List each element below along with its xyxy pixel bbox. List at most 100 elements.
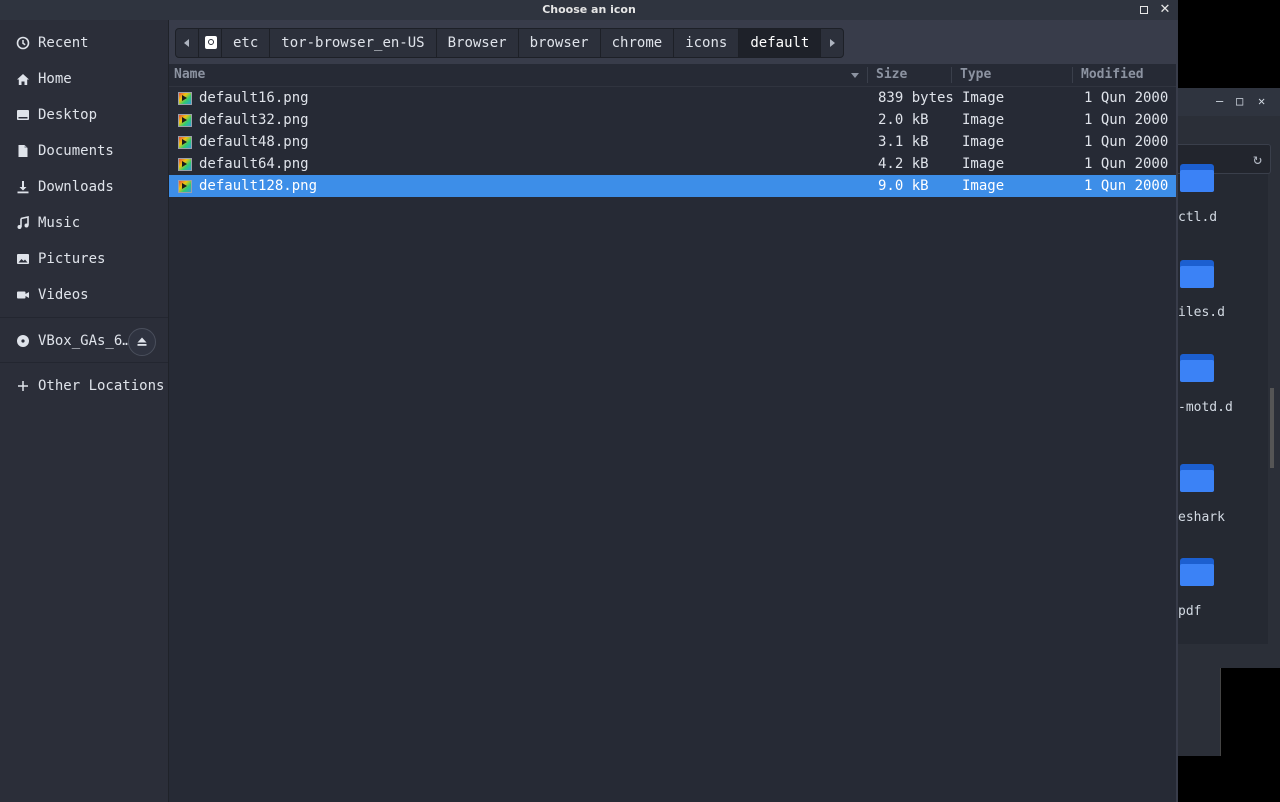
folder-label[interactable]: -motd.d: [1178, 400, 1233, 415]
eject-button[interactable]: [128, 328, 156, 356]
column-header-size[interactable]: Size: [876, 64, 907, 86]
file-type: Image: [962, 90, 1005, 106]
sort-descending-icon: [851, 73, 859, 78]
background-file-manager-window: — □ ✕ ↻ ctl.d iles.d -motd.d eshark pdf: [1178, 88, 1280, 668]
file-name: default48.png: [199, 134, 309, 150]
sidebar-separator: [0, 362, 168, 363]
sidebar-item-label: VBox_GAs_6…: [38, 333, 131, 349]
file-type: Image: [962, 134, 1005, 150]
image-file-icon: [178, 114, 192, 127]
background-window-panel: [1178, 668, 1221, 756]
sidebar-item-label: Home: [38, 71, 72, 87]
file-size: 839 bytes: [878, 90, 954, 106]
sidebar-item-other-locations[interactable]: Other Locations: [0, 371, 168, 401]
sidebar-item-pictures[interactable]: Pictures: [0, 244, 168, 274]
sidebar-item-home[interactable]: Home: [0, 64, 168, 94]
file-modified: 1 Qun 2000: [1084, 90, 1169, 106]
close-button[interactable]: ✕: [1158, 3, 1172, 17]
column-divider[interactable]: [1072, 67, 1073, 83]
sidebar-item-desktop[interactable]: Desktop: [0, 100, 168, 130]
file-size: 4.2 kB: [878, 156, 929, 172]
sidebar-item-label: Pictures: [38, 251, 106, 267]
file-list: Name Size Type Modified default16.png 83…: [169, 64, 1176, 802]
background-window-titlebar: — □ ✕: [1178, 88, 1280, 116]
scrollbar[interactable]: [1270, 388, 1274, 468]
folder-label[interactable]: pdf: [1178, 604, 1201, 619]
path-crumb-browser-upper[interactable]: Browser: [437, 29, 519, 57]
folder-label[interactable]: ctl.d: [1178, 210, 1217, 225]
path-root-drive-button[interactable]: [199, 29, 222, 57]
image-file-icon: [178, 136, 192, 149]
column-header-name[interactable]: Name: [174, 64, 205, 86]
sidebar-item-label: Desktop: [38, 107, 98, 123]
desktop-icon: [17, 110, 29, 120]
file-row[interactable]: default64.png 4.2 kB Image 1 Qun 2000: [169, 153, 1176, 175]
close-icon: ✕: [1159, 2, 1171, 17]
path-crumb-browser[interactable]: browser: [519, 29, 601, 57]
column-header-modified[interactable]: Modified: [1081, 64, 1144, 86]
file-type: Image: [962, 112, 1005, 128]
file-modified: 1 Qun 2000: [1084, 156, 1169, 172]
eject-icon: [137, 337, 147, 346]
column-divider[interactable]: [867, 67, 868, 83]
close-icon[interactable]: ✕: [1258, 94, 1265, 108]
image-file-icon: [178, 180, 192, 193]
sidebar-item-music[interactable]: Music: [0, 208, 168, 238]
folder-label[interactable]: eshark: [1178, 510, 1225, 525]
maximize-button[interactable]: [1137, 3, 1151, 17]
path-crumb-default[interactable]: default: [739, 29, 822, 57]
file-type: Image: [962, 178, 1005, 194]
file-row[interactable]: default16.png 839 bytes Image 1 Qun 2000: [169, 87, 1176, 109]
download-icon: [17, 181, 29, 194]
file-name: default64.png: [199, 156, 309, 172]
path-scroll-right-button[interactable]: [821, 29, 843, 57]
sidebar-item-label: Other Locations: [38, 378, 165, 394]
path-crumb-tor-browser[interactable]: tor-browser_en-US: [270, 29, 437, 57]
sidebar-item-downloads[interactable]: Downloads: [0, 172, 168, 202]
maximize-icon[interactable]: □: [1236, 94, 1243, 108]
sidebar-item-documents[interactable]: Documents: [0, 136, 168, 166]
sidebar-item-label: Downloads: [38, 179, 114, 195]
clock-icon: [16, 36, 30, 50]
sidebar-item-label: Recent: [38, 35, 89, 51]
video-icon: [17, 291, 29, 299]
chevron-right-icon: [830, 39, 836, 47]
file-row[interactable]: default48.png 3.1 kB Image 1 Qun 2000: [169, 131, 1176, 153]
background-folder-grid: ctl.d iles.d -motd.d eshark pdf: [1178, 164, 1268, 644]
path-crumb-icons[interactable]: icons: [674, 29, 740, 57]
folder-label[interactable]: iles.d: [1178, 305, 1225, 320]
chevron-left-icon: [184, 39, 189, 47]
path-bar: etc tor-browser_en-US Browser browser ch…: [175, 28, 845, 58]
sidebar-item-recent[interactable]: Recent: [0, 28, 168, 58]
sidebar-item-label: Music: [38, 215, 81, 231]
sidebar-item-label: Documents: [38, 143, 114, 159]
path-crumb-etc[interactable]: etc: [222, 29, 271, 57]
image-file-icon: [178, 92, 192, 105]
path-scroll-left-button[interactable]: [176, 29, 199, 57]
sidebar-item-videos[interactable]: Videos: [0, 280, 168, 310]
file-row-selected[interactable]: default128.png 9.0 kB Image 1 Qun 2000: [169, 175, 1176, 197]
drive-icon: [205, 36, 217, 49]
reload-icon[interactable]: ↻: [1253, 150, 1262, 168]
path-crumb-chrome[interactable]: chrome: [601, 29, 675, 57]
column-divider[interactable]: [951, 67, 952, 83]
file-size: 3.1 kB: [878, 134, 929, 150]
picture-icon: [17, 254, 29, 264]
column-header-type[interactable]: Type: [960, 64, 991, 86]
file-row[interactable]: default32.png 2.0 kB Image 1 Qun 2000: [169, 109, 1176, 131]
file-name: default16.png: [199, 90, 309, 106]
folder-icon[interactable]: [1180, 556, 1214, 586]
file-chooser-dialog: Choose an icon ✕ Recent Home Desktop Doc…: [0, 0, 1178, 802]
minimize-icon[interactable]: —: [1216, 94, 1223, 108]
sidebar-item-drive[interactable]: VBox_GAs_6…: [0, 326, 168, 356]
folder-icon[interactable]: [1180, 258, 1214, 288]
image-file-icon: [178, 158, 192, 171]
folder-icon[interactable]: [1180, 352, 1214, 382]
plus-icon: [18, 381, 28, 391]
file-modified: 1 Qun 2000: [1084, 134, 1169, 150]
dialog-title: Choose an icon: [542, 3, 636, 16]
folder-icon[interactable]: [1180, 162, 1214, 192]
folder-icon[interactable]: [1180, 462, 1214, 492]
file-size: 9.0 kB: [878, 178, 929, 194]
disc-icon: [17, 335, 29, 347]
